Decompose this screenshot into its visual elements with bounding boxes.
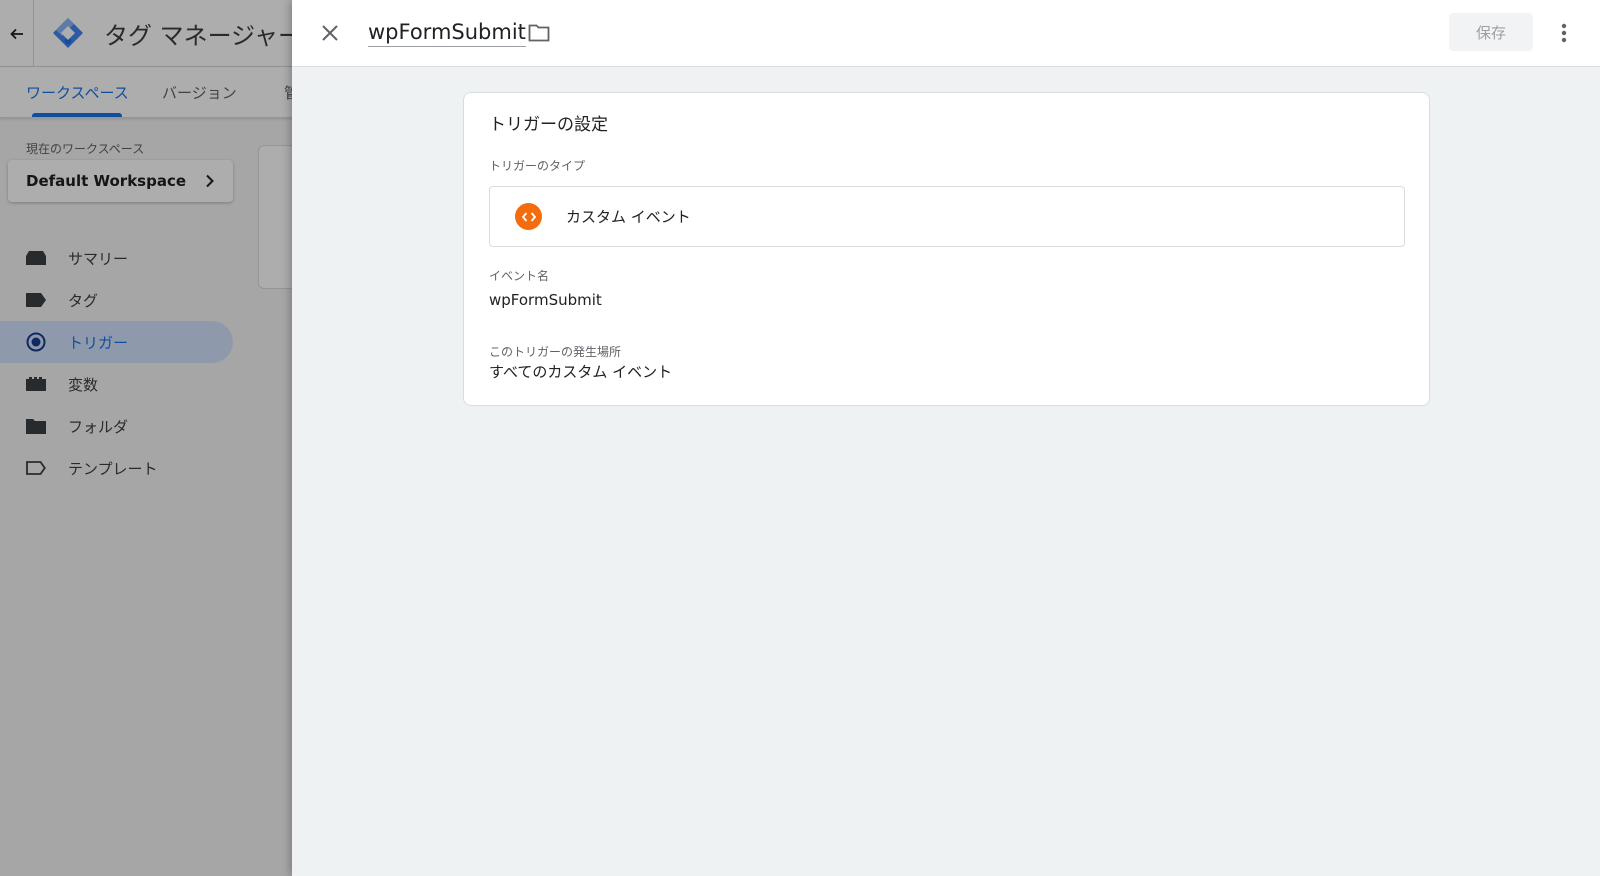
- folder-outline-icon: [528, 24, 550, 42]
- event-name-value: wpFormSubmit: [489, 291, 602, 309]
- trigger-name-input[interactable]: wpFormSubmit: [368, 20, 526, 47]
- panel-header: wpFormSubmit 保存: [292, 0, 1600, 67]
- card-title: トリガーの設定: [489, 115, 608, 135]
- trigger-editor-panel: wpFormSubmit 保存 トリガーの設定 トリガーのタイプ カスタム イベ…: [292, 0, 1600, 876]
- trigger-type-name: カスタム イベント: [566, 208, 691, 226]
- fires-on-value: すべてのカスタム イベント: [489, 363, 673, 381]
- trigger-configuration-card[interactable]: トリガーの設定 トリガーのタイプ カスタム イベント イベント名 wpFormS…: [463, 92, 1430, 406]
- close-icon: [322, 25, 338, 41]
- more-options-button[interactable]: [1550, 18, 1578, 48]
- event-name-label: イベント名: [489, 269, 550, 283]
- trigger-type-label: トリガーのタイプ: [489, 159, 586, 173]
- custom-event-icon: [515, 203, 542, 230]
- save-button[interactable]: 保存: [1449, 13, 1533, 51]
- folder-button[interactable]: [526, 22, 552, 44]
- more-vert-icon: [1561, 23, 1567, 43]
- fires-on-label: このトリガーの発生場所: [489, 345, 622, 359]
- trigger-type-selector[interactable]: カスタム イベント: [489, 186, 1405, 247]
- close-button[interactable]: [316, 19, 344, 47]
